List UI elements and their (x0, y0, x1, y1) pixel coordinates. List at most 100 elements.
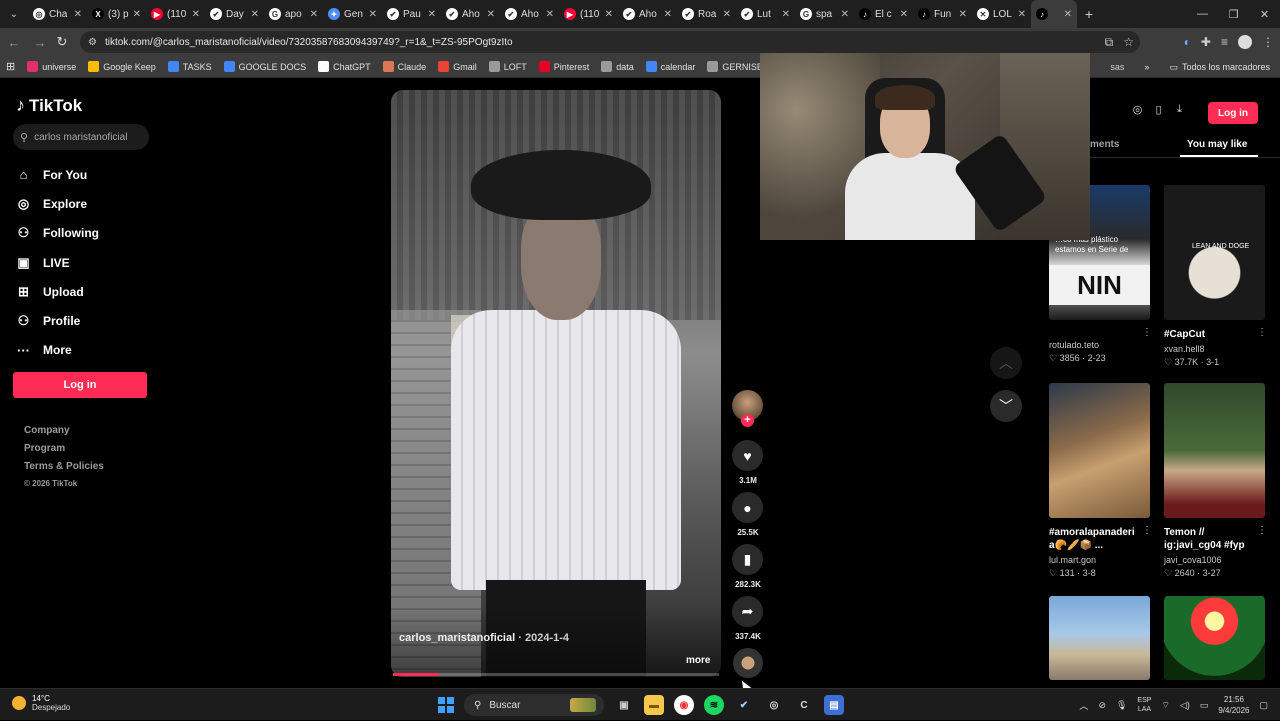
browser-tab[interactable]: ✔ Roa ✕ (677, 0, 736, 28)
all-bookmarks-folder[interactable]: ▭ Todos los marcadores (1169, 62, 1270, 73)
browser-tab[interactable]: ✔ Day ✕ (205, 0, 264, 28)
video-thumbnail[interactable] (1164, 383, 1265, 518)
steam-icon[interactable]: ✔ (734, 695, 754, 715)
install-app-icon[interactable]: ⧉ (1105, 35, 1114, 50)
new-tab-button[interactable]: + (1077, 6, 1101, 22)
bookmarks-partial-label[interactable]: sas (1110, 62, 1124, 72)
bookmark-item[interactable]: Pinterest (538, 61, 589, 72)
share-icon[interactable]: ➦ (732, 596, 763, 627)
video-progress-bar[interactable] (393, 673, 719, 676)
follow-plus-icon[interactable]: + (741, 414, 754, 427)
video-author-link[interactable]: carlos_maristanoficial (399, 632, 515, 644)
wifi-icon[interactable]: ⌔ (1161, 700, 1169, 711)
browser-tab[interactable]: ♪ Fun ✕ (913, 0, 972, 28)
notifications-icon[interactable]: ▢ (1259, 700, 1268, 711)
footer-link[interactable]: Program (24, 443, 104, 461)
compass-icon[interactable]: ◎ (1132, 103, 1143, 116)
reload-icon[interactable]: ↻ (50, 30, 74, 54)
bookmarks-overflow-icon[interactable]: » (1144, 62, 1149, 72)
tab-close-icon[interactable]: ✕ (546, 9, 554, 20)
suggested-video-card[interactable]: ⋮ Temon // ig:javi_cg04 #fyp javi_cova10… (1164, 383, 1267, 579)
video-thumbnail[interactable] (1164, 596, 1265, 680)
chrome-icon[interactable]: ◉ (674, 695, 694, 715)
tab-close-icon[interactable]: ✕ (192, 9, 200, 20)
file-explorer-icon[interactable]: ▬ (644, 695, 664, 715)
video-thumbnail[interactable] (1049, 596, 1150, 680)
suggested-video-card[interactable]: ⋮ #amoralapanaderi a🥐🥖📦 ... lul.mart.gon… (1049, 383, 1152, 579)
bookmark-item[interactable]: Google Keep (88, 61, 156, 72)
taskbar-clock[interactable]: 21:56 9/4/2026 (1218, 694, 1249, 716)
footer-link[interactable]: Company (24, 425, 104, 443)
bookmark-item[interactable]: Gmail (438, 61, 477, 72)
footer-link[interactable]: Terms & Policies (24, 461, 104, 479)
sidebar-item-explore[interactable]: ◎ Explore (16, 189, 99, 218)
spotify-icon[interactable]: ≋ (704, 695, 724, 715)
tab-close-icon[interactable]: ✕ (133, 9, 141, 20)
share-action[interactable]: ➦ 337.4K (732, 596, 764, 641)
tab-close-icon[interactable]: ✕ (900, 9, 908, 20)
card-title[interactable]: #amoralapanaderi a🥐🥖📦 ... (1049, 526, 1141, 552)
card-more-icon[interactable]: ⋮ (1142, 525, 1152, 536)
music-disc-icon[interactable] (733, 648, 763, 678)
bookmark-icon[interactable]: ▮ (732, 544, 763, 575)
next-video-button[interactable]: ﹀ (990, 390, 1022, 422)
app-c-icon[interactable]: C (794, 695, 814, 715)
comment-action[interactable]: ● 25.5K (732, 492, 764, 537)
tray-chevron-icon[interactable]: ︿ (1079, 699, 1088, 712)
tab-close-icon[interactable]: ✕ (605, 9, 613, 20)
bookmark-item[interactable]: LOFT (488, 61, 527, 72)
author-avatar[interactable]: + (732, 390, 763, 427)
card-more-icon[interactable]: ⋮ (1257, 525, 1267, 536)
tab-close-icon[interactable]: ✕ (310, 9, 318, 20)
restore-icon[interactable]: ❐ (1218, 0, 1249, 28)
bookmark-item[interactable]: universe (27, 61, 76, 72)
video-player[interactable] (391, 90, 721, 677)
header-login-button[interactable]: Log in (1208, 102, 1258, 124)
save-action[interactable]: ▮ 282.3K (732, 544, 764, 589)
browser-tab[interactable]: G apo ✕ (264, 0, 323, 28)
browser-tab[interactable]: ✔ Aho ✕ (500, 0, 559, 28)
tab-close-icon[interactable]: ✕ (428, 9, 436, 20)
like-action[interactable]: ♥ 3.1M (732, 440, 764, 485)
bookmark-star-icon[interactable]: ☆ (1123, 35, 1134, 49)
tab-close-icon[interactable]: ✕ (369, 9, 377, 20)
profile-avatar[interactable] (1238, 35, 1252, 49)
card-title[interactable]: Temon // ig:javi_cg04 #fyp (1164, 526, 1256, 552)
sidebar-item-for-you[interactable]: ⌂ For You (16, 160, 99, 189)
sidebar-item-more[interactable]: ··· More (16, 336, 99, 365)
sidebar-item-live[interactable]: ▣ LIVE (16, 248, 99, 277)
bookmark-item[interactable]: calendar (645, 61, 695, 72)
tab-close-icon[interactable]: ✕ (664, 9, 672, 20)
card-username[interactable]: javi_cova1006 (1164, 555, 1265, 565)
caption-more-button[interactable]: more (686, 655, 710, 666)
extensions-puzzle-icon[interactable]: ✚ (1201, 35, 1211, 49)
tab-comments[interactable]: ments (1090, 139, 1119, 150)
weather-widget[interactable]: 14°C Despejado (12, 694, 70, 712)
bookmark-item[interactable]: Claude (382, 61, 426, 72)
volume-icon[interactable]: ◁) (1180, 700, 1190, 711)
mic-icon[interactable]: 🎙︎ (1116, 700, 1127, 711)
card-username[interactable]: xvan.hell8 (1164, 344, 1265, 354)
browser-tab[interactable]: ✕ LOL ✕ (972, 0, 1031, 28)
bookmark-item[interactable]: TASKS (167, 61, 212, 72)
media-control-icon[interactable]: ≡ (1221, 35, 1228, 49)
search-input[interactable]: ⚲ carlos maristanoficial (13, 124, 149, 150)
back-icon[interactable]: ← (2, 30, 26, 54)
browser-tab[interactable]: ✦ Gen ✕ (323, 0, 382, 28)
task-view-icon[interactable]: ▣ (614, 695, 634, 715)
tab-close-icon[interactable]: ✕ (487, 9, 495, 20)
card-title[interactable]: #CapCut (1164, 328, 1256, 341)
close-window-icon[interactable]: ✕ (1249, 0, 1280, 28)
browser-tab[interactable]: ✔ Pau ✕ (382, 0, 441, 28)
bookmark-item[interactable]: data (601, 61, 634, 72)
start-button[interactable] (438, 697, 454, 713)
browser-tab[interactable]: ▶ (110 ✕ (559, 0, 618, 28)
tab-close-icon[interactable]: ✕ (1018, 9, 1026, 20)
tab-close-icon[interactable]: ✕ (74, 9, 82, 20)
previous-video-button[interactable]: ︿ (990, 347, 1022, 379)
tab-close-icon[interactable]: ✕ (841, 9, 849, 20)
tab-close-icon[interactable]: ✕ (723, 9, 731, 20)
device-icon[interactable]: ▯ (1153, 103, 1164, 116)
bookmark-item[interactable]: ChatGPT (318, 61, 371, 72)
notepad-icon[interactable]: ▤ (824, 695, 844, 715)
